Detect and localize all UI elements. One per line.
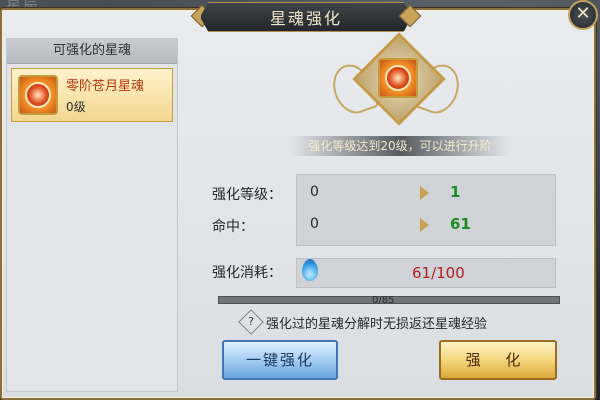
stats-box — [296, 174, 556, 246]
cost-value: 61/100 — [412, 264, 465, 282]
close-icon: ✕ — [575, 3, 591, 24]
blue-flame-icon — [302, 259, 318, 281]
exp-progress-text: 0/85 — [372, 295, 395, 306]
stat-label-hit: 命中： — [212, 219, 254, 235]
list-item-name: 零阶苍月星魂 — [66, 79, 145, 94]
stat-next-hit: 61 — [450, 215, 471, 233]
list-item[interactable]: 零阶苍月星魂 0级 — [11, 68, 173, 122]
list-item-level: 0级 — [66, 100, 86, 114]
window-title: 星魂强化 — [269, 9, 342, 28]
star-soul-list: 可强化的星魂 零阶苍月星魂 0级 — [6, 38, 178, 392]
upgrade-hint: 强化等级达到20级，可以进行升阶 — [290, 136, 510, 156]
window-title-bar: 星魂强化 — [200, 2, 412, 32]
stat-label-level: 强化等级： — [212, 187, 282, 203]
one-key-enhance-button[interactable]: 一键强化 — [222, 340, 338, 380]
list-header: 可强化的星魂 — [7, 39, 177, 64]
star-soul-emblem — [326, 32, 466, 132]
arrow-right-icon — [420, 186, 429, 200]
selected-soul-icon — [378, 58, 418, 98]
arrow-right-icon — [420, 218, 429, 232]
close-button[interactable]: ✕ — [568, 0, 598, 30]
cost-label: 强化消耗： — [212, 265, 282, 281]
tip-text: 强化过的星魂分解时无损返还星魂经验 — [266, 317, 488, 332]
enhance-button[interactable]: 强 化 — [439, 340, 557, 380]
stat-current-level: 0 — [310, 184, 319, 200]
stat-next-level: 1 — [450, 183, 461, 201]
stat-current-hit: 0 — [310, 216, 319, 232]
star-soul-icon — [18, 75, 58, 115]
